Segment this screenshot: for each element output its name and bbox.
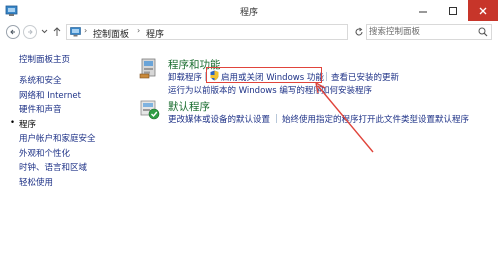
how-to-install-link[interactable]: 如何安装程序 bbox=[321, 84, 372, 96]
sidebar-item-clock-language[interactable]: 时钟、语言和区域 bbox=[19, 161, 87, 173]
current-item-bullet-icon: • bbox=[10, 118, 16, 128]
refresh-button[interactable] bbox=[351, 24, 366, 40]
refresh-icon bbox=[355, 27, 362, 36]
always-open-file-type-link[interactable]: 始终使用指定的程序打开此文件类型 bbox=[282, 113, 418, 125]
search-box[interactable] bbox=[366, 24, 492, 40]
control-panel-icon bbox=[70, 27, 81, 37]
sidebar-item-hardware-sound[interactable]: 硬件和声音 bbox=[19, 103, 62, 115]
close-button[interactable] bbox=[468, 0, 498, 21]
sidebar: 控制面板主页 系统和安全 网络和 Internet 硬件和声音 • 程序 用户帐户… bbox=[0, 43, 120, 272]
maximize-icon bbox=[449, 6, 457, 15]
title-bar: 程序 bbox=[0, 0, 498, 21]
sidebar-item-ease-of-access[interactable]: 轻松使用 bbox=[19, 176, 53, 188]
close-icon bbox=[479, 7, 487, 14]
programs-features-icon[interactable] bbox=[139, 57, 159, 79]
address-bar[interactable]: › 控制面板 › 程序 bbox=[66, 24, 411, 40]
set-default-programs-link[interactable]: 设置默认程序 bbox=[418, 113, 469, 125]
recent-locations-chevron-icon[interactable] bbox=[41, 29, 48, 34]
breadcrumb-separator[interactable]: › bbox=[137, 26, 140, 35]
navigation-bar: › 控制面板 › 程序 bbox=[0, 21, 498, 43]
sidebar-item-user-accounts[interactable]: 用户帐户和家庭安全 bbox=[19, 132, 96, 144]
sidebar-home-link[interactable]: 控制面板主页 bbox=[19, 53, 70, 65]
breadcrumb-control-panel[interactable]: 控制面板 bbox=[93, 27, 129, 40]
maximize-button[interactable] bbox=[438, 0, 468, 21]
run-older-programs-link[interactable]: 运行为以前版本的 Windows 编写的程序 bbox=[168, 84, 322, 96]
up-arrow-icon[interactable] bbox=[52, 26, 62, 37]
sidebar-item-label: 程序 bbox=[19, 120, 37, 130]
view-installed-updates-link[interactable]: 查看已安装的更新 bbox=[331, 71, 399, 83]
search-icon[interactable] bbox=[478, 27, 488, 37]
sidebar-item-system-security[interactable]: 系统和安全 bbox=[19, 74, 62, 86]
search-input[interactable] bbox=[369, 26, 475, 38]
uninstall-program-link[interactable]: 卸载程序 bbox=[168, 71, 202, 83]
link-separator bbox=[276, 114, 277, 123]
minimize-icon bbox=[419, 11, 427, 12]
forward-button[interactable] bbox=[23, 25, 37, 39]
arrow-left-icon bbox=[10, 29, 15, 35]
default-programs-icon[interactable] bbox=[139, 99, 161, 121]
link-separator bbox=[412, 114, 413, 123]
link-separator bbox=[326, 72, 327, 81]
change-media-defaults-link[interactable]: 更改媒体或设备的默认设置 bbox=[168, 113, 270, 125]
arrow-right-icon bbox=[28, 29, 33, 35]
sidebar-item-programs[interactable]: • 程序 bbox=[10, 118, 37, 130]
link-separator bbox=[316, 85, 317, 94]
minimize-button[interactable] bbox=[408, 0, 438, 21]
highlight-box bbox=[206, 67, 322, 83]
breadcrumb-separator[interactable]: › bbox=[84, 26, 87, 35]
default-programs-title[interactable]: 默认程序 bbox=[168, 99, 210, 114]
sidebar-item-appearance[interactable]: 外观和个性化 bbox=[19, 147, 70, 159]
breadcrumb-programs[interactable]: 程序 bbox=[146, 27, 164, 40]
back-button[interactable] bbox=[6, 25, 20, 39]
sidebar-item-network-internet[interactable]: 网络和 Internet bbox=[19, 89, 81, 101]
